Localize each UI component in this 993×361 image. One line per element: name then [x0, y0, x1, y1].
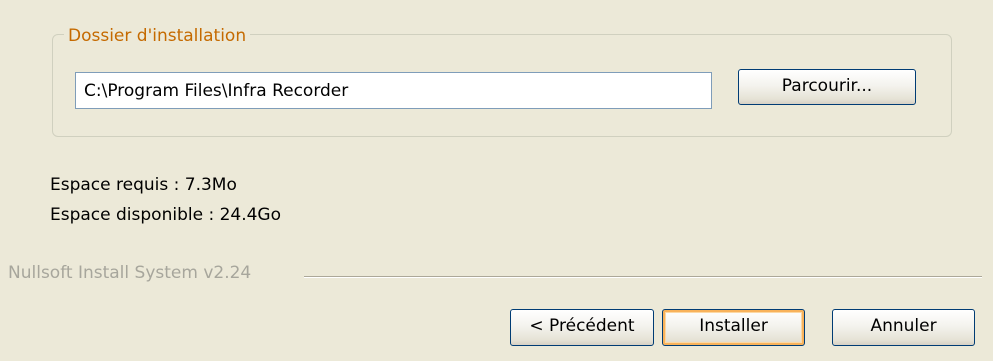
install-button[interactable]: Installer — [662, 309, 805, 346]
install-folder-group-label: Dossier d'installation — [64, 25, 251, 47]
back-button[interactable]: < Précédent — [510, 309, 654, 346]
installer-branding-text: Nullsoft Install System v2.24 — [8, 263, 252, 283]
browse-button[interactable]: Parcourir... — [738, 69, 916, 105]
cancel-button[interactable]: Annuler — [832, 309, 975, 346]
space-available-text: Espace disponible : 24.4Go — [50, 205, 282, 225]
space-required-text: Espace requis : 7.3Mo — [50, 175, 237, 195]
install-path-input[interactable] — [75, 72, 712, 109]
branding-separator-line — [304, 276, 982, 278]
